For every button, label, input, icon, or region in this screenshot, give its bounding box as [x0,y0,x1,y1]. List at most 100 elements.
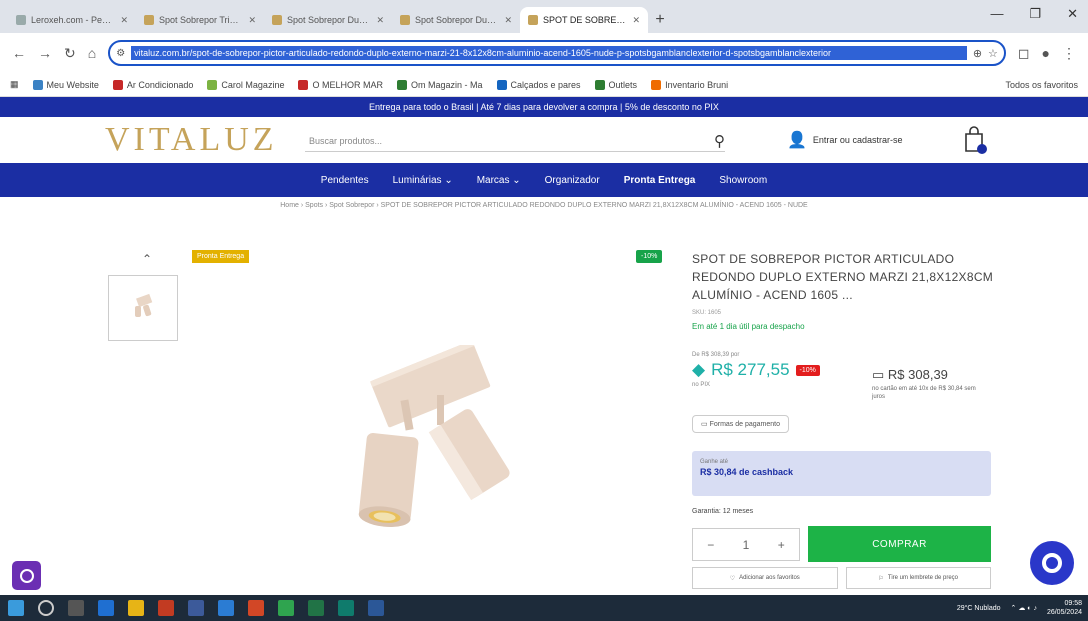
increase-qty-button[interactable]: + [778,538,785,552]
tab-favicon-icon [400,15,410,25]
close-window-icon[interactable]: ✕ [1067,6,1078,22]
close-icon[interactable]: ✕ [504,15,512,26]
decrease-qty-button[interactable]: − [707,538,714,552]
gallery-up-arrow-icon[interactable]: ⌃ [142,252,152,266]
bookmark-item[interactable]: Calçados e pares [496,79,581,90]
browser-tab[interactable]: Spot Sobrepor Tribo Alumini✕ [136,7,264,33]
nav-item-pronta-entrega[interactable]: Pronta Entrega [612,175,708,186]
add-favorite-button[interactable]: ♡ Adicionar aos favoritos [692,567,838,589]
nav-item-organizador[interactable]: Organizador [533,175,612,186]
product-image[interactable] [345,340,545,550]
reload-icon[interactable]: ↻ [64,45,76,62]
weather-text[interactable]: 29°C Nublado [957,605,1001,612]
mail-icon[interactable] [188,600,204,616]
star-icon[interactable]: ☆ [988,47,998,60]
bookmark-icon [396,79,407,90]
breadcrumb[interactable]: Home › Spots › Spot Sobrepor › SPOT DE S… [0,202,1088,209]
minimize-icon[interactable]: — [990,6,1003,22]
clock[interactable]: 09:58 26/05/2024 [1047,599,1082,617]
close-icon[interactable]: ✕ [120,15,128,26]
profile-icon[interactable]: ● [1042,45,1050,61]
accessibility-widget-button[interactable] [12,561,41,590]
all-bookmarks[interactable]: Todos os favoritos [1005,80,1078,90]
bookmark-icon [496,79,507,90]
url-field[interactable]: ⚙ vitaluz.com.br/spot-de-sobrepor-pictor… [108,40,1006,66]
close-icon[interactable]: ✕ [632,15,640,26]
search-taskbar-icon[interactable] [38,600,54,616]
bookmark-icon [651,79,662,90]
forward-icon[interactable]: → [38,45,52,61]
site-info-icon[interactable]: ⚙ [116,48,125,59]
site-logo[interactable]: VITALUZ [105,121,278,159]
powerpoint-icon[interactable] [248,600,264,616]
back-icon[interactable]: ← [12,45,26,61]
stock-status: Em até 1 dia útil para despacho [692,322,805,331]
installment-info: no cartão em até 10x de R$ 30,84 sem jur… [872,386,976,400]
file-explorer-icon[interactable] [128,600,144,616]
window-controls: — ❐ ✕ [990,6,1078,22]
office-icon[interactable] [158,600,174,616]
browser-tab[interactable]: Spot Sobrepor Duplo Alumini✕ [264,7,392,33]
os-taskbar: 29°C Nublado ⌃ ☁ ◐ ♪ 09:58 26/05/2024 [0,595,1088,621]
extensions-icon[interactable]: ◻ [1018,45,1030,62]
browser-tab[interactable]: Spot Sobrepor Duplo Alumini✕ [392,7,520,33]
app-icon[interactable] [338,600,354,616]
app-icon[interactable] [368,600,384,616]
cashback-value: R$ 30,84 de cashback [700,467,794,477]
card-price: ▭ R$ 308,39 [872,367,948,382]
cart-icon[interactable] [963,125,987,155]
site-header: VITALUZ Buscar produtos... ⚲ 👤 Entrar ou… [0,117,1088,163]
search-input[interactable]: Buscar produtos... ⚲ [305,130,725,152]
payment-forms-button[interactable]: ▭ Formas de pagamento [692,415,789,433]
nav-item-luminarias[interactable]: Luminárias ⌄ [381,175,465,186]
home-icon[interactable]: ⌂ [88,45,96,61]
url-text[interactable]: vitaluz.com.br/spot-de-sobrepor-pictor-a… [131,46,967,60]
promo-bar: Entrega para todo o Brasil | Até 7 dias … [0,97,1088,117]
task-view-icon[interactable] [68,600,84,616]
bookmarks-bar: ▦ Meu Website Ar Condicionado Carol Maga… [0,73,1088,97]
product-thumbnail[interactable] [108,275,178,341]
edge-icon[interactable] [98,600,114,616]
zoom-icon[interactable]: ⊕ [973,47,982,60]
close-icon[interactable]: ✕ [248,15,256,26]
close-icon[interactable]: ✕ [376,15,384,26]
new-tab-button[interactable]: + [648,7,672,33]
buy-button[interactable]: COMPRAR [808,526,991,562]
chat-button[interactable] [1030,541,1074,585]
price-alert-button[interactable]: ⚐ Tire um lembrete de preço [845,567,991,589]
bookmark-item[interactable]: Inventario Bruni [651,79,728,90]
bookmark-item[interactable]: Outlets [594,79,637,90]
maximize-icon[interactable]: ❐ [1029,6,1041,22]
product-title: SPOT DE SOBREPOR PICTOR ARTICULADO REDON… [692,252,994,302]
product-info: SPOT DE SOBREPOR PICTOR ARTICULADO REDON… [692,250,1002,331]
nav-item-showroom[interactable]: Showroom [707,175,779,186]
tab-favicon-icon [528,15,538,25]
bookmark-item[interactable]: Carol Magazine [207,79,284,90]
bookmark-icon [207,79,218,90]
nav-item-marcas[interactable]: Marcas ⌄ [465,175,533,186]
browser-tab[interactable]: Leroxeh.com - Pesquisa Goo✕ [8,7,136,33]
windows-start-icon[interactable] [8,600,24,616]
bookmark-item[interactable]: Ar Condicionado [112,79,193,90]
user-icon: 👤 [787,132,807,149]
bookmark-item[interactable]: Om Magazin - Ma [396,79,483,90]
apps-icon[interactable]: ▦ [10,79,19,90]
account-link[interactable]: 👤 Entrar ou cadastrar-se [787,130,902,150]
cashback-intro: Ganhe até [700,459,729,465]
browser-tab-active[interactable]: SPOT DE SOBREPOR PICTOR A✕ [520,7,648,33]
excel-icon[interactable] [308,600,324,616]
search-icon[interactable]: ⚲ [714,132,725,150]
nav-item-pendentes[interactable]: Pendentes [309,175,381,186]
pix-discount-badge: -10% [795,364,820,376]
chrome-icon[interactable] [278,600,294,616]
bookmark-item[interactable]: O MELHOR MAR [298,79,383,90]
tray-icons[interactable]: ⌃ ☁ ◐ ♪ [1011,604,1037,612]
menu-icon[interactable]: ⋮ [1062,45,1076,62]
account-label: Entrar ou cadastrar-se [812,135,903,145]
quantity-value[interactable]: 1 [743,538,750,552]
bookmark-item[interactable]: Meu Website [32,79,99,90]
heart-icon: ♡ [729,575,736,582]
product-actions: ♡ Adicionar aos favoritos ⚐ Tire um lembre… [692,567,991,589]
system-tray: 29°C Nublado ⌃ ☁ ◐ ♪ 09:58 26/05/2024 [957,595,1082,621]
word-icon[interactable] [218,600,234,616]
